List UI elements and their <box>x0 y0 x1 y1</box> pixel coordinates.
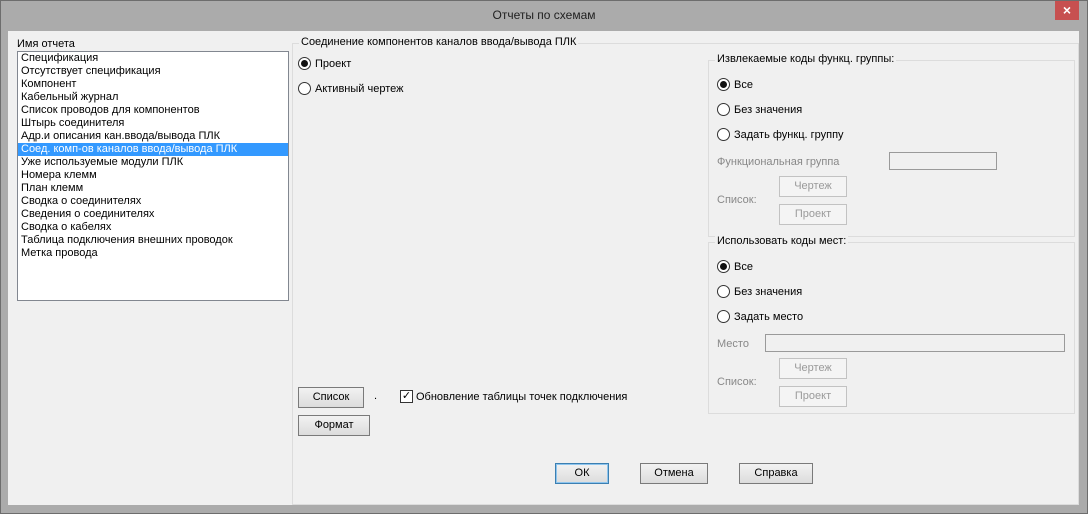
list-item[interactable]: Уже используемые модули ПЛК <box>18 156 288 169</box>
list-item[interactable]: Спецификация <box>18 52 288 65</box>
update-table-label: Обновление таблицы точек подключения <box>416 391 628 403</box>
dialog-body: Имя отчета Спецификация Отсутствует специ… <box>8 31 1079 505</box>
loc-project-button[interactable]: Проект <box>779 386 847 407</box>
func-list-label: Список: <box>717 194 757 206</box>
loc-list-label: Список: <box>717 376 757 388</box>
list-item[interactable]: Компонент <box>18 78 288 91</box>
checkbox-checked-icon: ✓ <box>400 389 413 403</box>
list-item[interactable]: Сводка о соединителях <box>18 195 288 208</box>
func-all-radio[interactable]: Все <box>717 77 753 93</box>
list-item[interactable]: Таблица подключения внешних проводок <box>18 234 288 247</box>
list-item[interactable]: Список проводов для компонентов <box>18 104 288 117</box>
loc-field-label: Место <box>717 338 749 350</box>
project-radio-label: Проект <box>315 58 352 70</box>
func-group-title: Извлекаемые коды функц. группы: <box>715 53 897 65</box>
active-drawing-radio[interactable]: Активный чертеж <box>298 81 403 97</box>
cancel-button[interactable]: Отмена <box>640 463 708 484</box>
list-item[interactable]: Сведения о соединителях <box>18 208 288 221</box>
title-bar: Отчеты по схемам × <box>1 1 1087 31</box>
list-item[interactable]: Метка провода <box>18 247 288 260</box>
func-set-radio[interactable]: Задать функц. группу <box>717 127 844 143</box>
ok-button[interactable]: ОК <box>555 463 609 484</box>
func-all-label: Все <box>734 79 753 91</box>
update-table-checkbox[interactable]: ✓ Обновление таблицы точек подключения <box>400 389 627 405</box>
list-item[interactable]: Номера клемм <box>18 169 288 182</box>
radio-unselected-icon <box>717 309 730 323</box>
report-list-label: Имя отчета <box>17 38 75 50</box>
radio-selected-icon <box>717 77 730 91</box>
loc-no-value-label: Без значения <box>734 286 803 298</box>
window-title: Отчеты по схемам <box>492 8 596 22</box>
format-button[interactable]: Формат <box>298 415 370 436</box>
func-group-box: Извлекаемые коды функц. группы: <box>708 53 1075 237</box>
list-item[interactable]: Соед. комп-ов каналов ввода/вывода ПЛК <box>18 143 288 156</box>
func-set-label: Задать функц. группу <box>734 129 844 141</box>
radio-unselected-icon <box>298 81 311 95</box>
radio-unselected-icon <box>717 102 730 116</box>
dialog-window: Отчеты по схемам × Имя отчета Спецификац… <box>0 0 1088 514</box>
active-drawing-radio-label: Активный чертеж <box>315 83 404 95</box>
location-box: Использовать коды мест: <box>708 235 1075 414</box>
location-input[interactable] <box>765 334 1065 352</box>
list-item[interactable]: Штырь соединителя <box>18 117 288 130</box>
loc-all-label: Все <box>734 261 753 273</box>
func-no-value-radio[interactable]: Без значения <box>717 102 802 118</box>
project-radio[interactable]: Проект <box>298 56 351 72</box>
report-list[interactable]: Спецификация Отсутствует спецификация Комп… <box>17 51 289 301</box>
location-title: Использовать коды мест: <box>715 235 849 247</box>
loc-set-label: Задать место <box>734 311 804 323</box>
radio-unselected-icon <box>717 284 730 298</box>
list-button[interactable]: Список <box>298 387 364 408</box>
func-no-value-label: Без значения <box>734 104 803 116</box>
func-project-button[interactable]: Проект <box>779 204 847 225</box>
help-button[interactable]: Справка <box>739 463 813 484</box>
loc-drawing-button[interactable]: Чертеж <box>779 358 847 379</box>
dot-text: . <box>374 390 378 402</box>
loc-set-radio[interactable]: Задать место <box>717 309 803 325</box>
radio-selected-icon <box>717 259 730 273</box>
close-icon[interactable]: × <box>1055 1 1079 20</box>
func-group-input[interactable] <box>889 152 997 170</box>
main-group-title: Соединение компонентов каналов ввода/выв… <box>299 36 579 48</box>
list-item[interactable]: Адр.и описания кан.ввода/вывода ПЛК <box>18 130 288 143</box>
list-item[interactable]: План клемм <box>18 182 288 195</box>
list-item[interactable]: Отсутствует спецификация <box>18 65 288 78</box>
func-drawing-button[interactable]: Чертеж <box>779 176 847 197</box>
loc-all-radio[interactable]: Все <box>717 259 753 275</box>
radio-selected-icon <box>298 56 311 70</box>
func-field-label: Функциональная группа <box>717 156 840 168</box>
list-item[interactable]: Кабельный журнал <box>18 91 288 104</box>
list-item[interactable]: Сводка о кабелях <box>18 221 288 234</box>
loc-no-value-radio[interactable]: Без значения <box>717 284 802 300</box>
radio-unselected-icon <box>717 127 730 141</box>
